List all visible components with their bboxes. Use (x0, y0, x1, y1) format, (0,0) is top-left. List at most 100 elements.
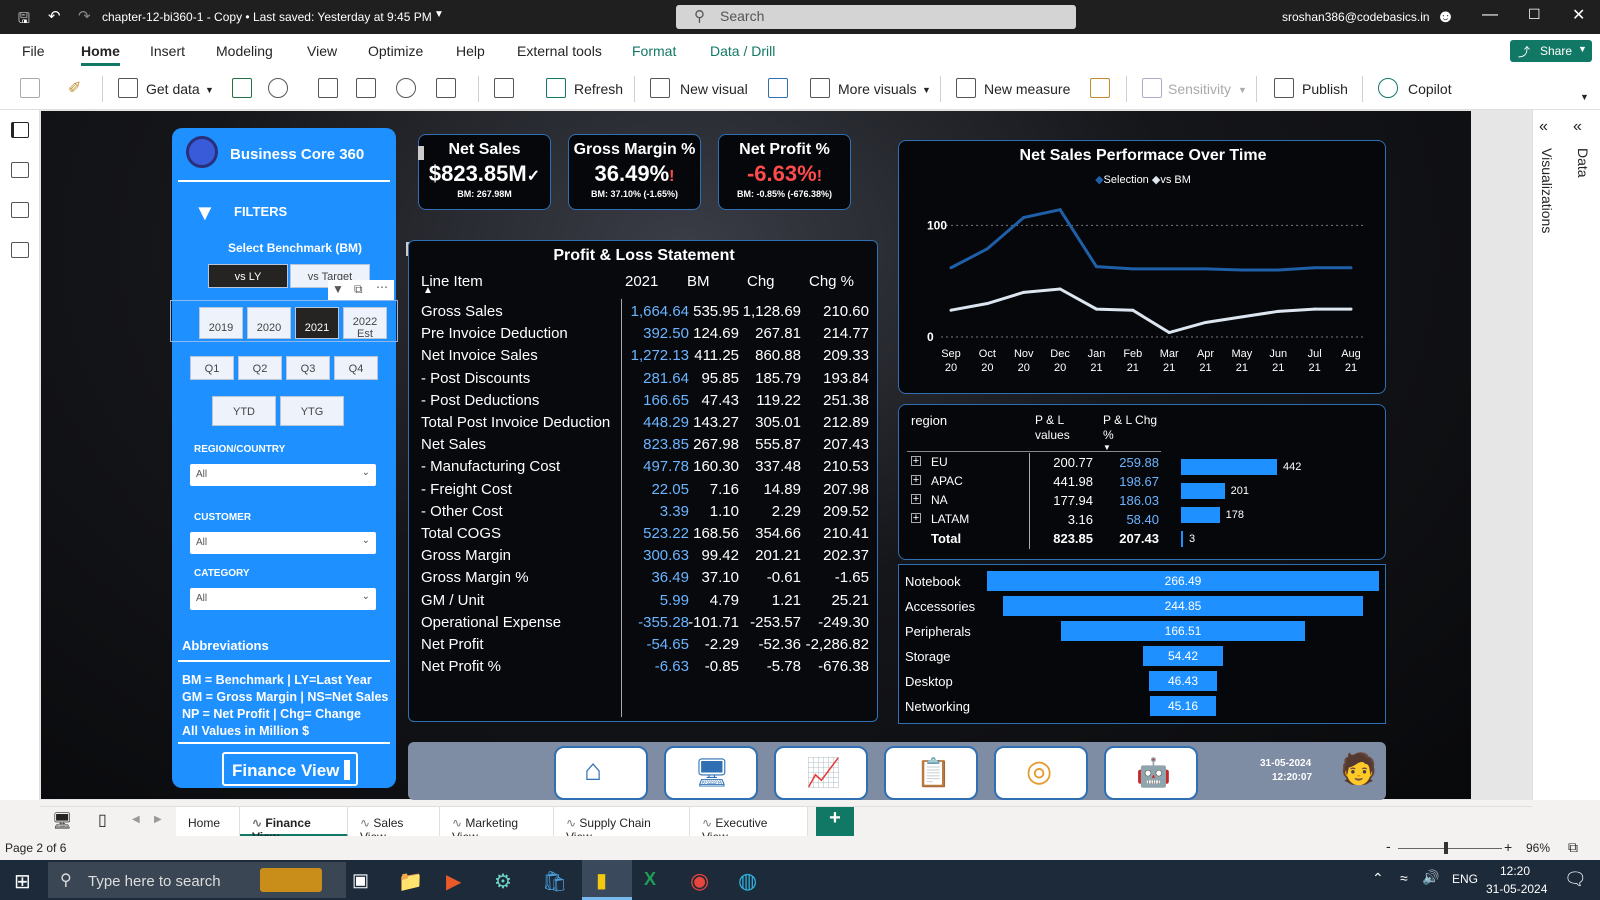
matrix-region-name[interactable]: NA (931, 493, 948, 507)
chrome-icon[interactable]: ◉ (690, 868, 709, 894)
filter-icon[interactable]: ▼ (332, 282, 344, 296)
matrix-region-name[interactable]: EU (931, 455, 948, 469)
store-icon[interactable]: 🛍 (542, 869, 567, 894)
chevron-down-icon[interactable]: ▼ (922, 85, 931, 95)
sensitivity-button[interactable]: Sensitivity (1168, 81, 1231, 97)
excel-icon[interactable]: X (644, 869, 656, 890)
tab-sales-view[interactable]: ∿ Sales View (348, 807, 440, 844)
next-page-icon[interactable]: ▶ (154, 814, 162, 825)
series-line[interactable] (950, 208, 1351, 272)
volume-icon[interactable]: 🔊 (1422, 869, 1439, 886)
ytg-button[interactable]: YTG (280, 396, 344, 426)
undo-icon[interactable]: ↶ (48, 7, 61, 25)
region-bar[interactable] (1181, 531, 1183, 547)
avatar-icon[interactable]: ☻ (1436, 6, 1455, 27)
nav-home-button[interactable]: ⌂ (554, 746, 648, 800)
net-sales-line-chart[interactable]: Net Sales Performace Over Time ◆Selectio… (898, 140, 1386, 394)
search-input[interactable]: ⚲ Search (676, 5, 1076, 29)
expand-icon[interactable]: + (911, 513, 921, 524)
new-visual-button[interactable]: New visual (680, 81, 748, 97)
expand-icon[interactable]: + (911, 494, 921, 505)
zoom-in-icon[interactable]: + (1504, 839, 1512, 855)
category-bar[interactable]: 46.43 (1148, 671, 1218, 691)
kpi-gross-margin-pct[interactable]: Gross Margin % 36.49%! BM: 37.10% (-1.65… (568, 134, 701, 210)
publish-button[interactable]: Publish (1302, 81, 1348, 97)
pnl-row[interactable]: Gross Margin % 36.49 37.10 -0.61 -1.65 (409, 569, 879, 591)
kpi-net-profit-pct[interactable]: Net Profit % -6.63%! BM: -0.85% (-676.38… (718, 134, 851, 210)
pnl-col-chg[interactable]: Chg (747, 273, 775, 290)
data-point[interactable] (985, 302, 989, 305)
expand-visualizations-icon[interactable]: « (1539, 118, 1548, 136)
data-point[interactable] (1204, 320, 1208, 324)
windows-start-icon[interactable]: ⊞ (14, 869, 31, 894)
prev-page-icon[interactable]: ◀ (132, 814, 140, 825)
data-point[interactable] (1240, 268, 1244, 272)
pnl-row[interactable]: Net Sales 823.85 267.98 555.87 207.43 (409, 436, 879, 458)
copilot-button[interactable]: Copilot (1408, 81, 1452, 97)
clock-date[interactable]: 31-05-2024 (1486, 882, 1547, 896)
data-pane-tab[interactable]: Data (1575, 148, 1591, 178)
visualizations-pane-tab[interactable]: Visualizations (1539, 148, 1555, 233)
nav-supply-chain-button[interactable]: 📋 (884, 746, 978, 800)
dataverse-icon[interactable] (396, 78, 416, 98)
year-2019[interactable]: 2019 (199, 307, 243, 339)
zoom-out-icon[interactable]: - (1386, 838, 1391, 854)
menu-view[interactable]: View (307, 43, 337, 59)
clock-time[interactable]: 12:20 (1500, 864, 1530, 878)
focus-mode-icon[interactable]: ⧉ (354, 282, 363, 297)
model-view-icon[interactable] (11, 202, 29, 218)
menu-data-drill[interactable]: Data / Drill (710, 43, 775, 59)
data-point[interactable] (985, 247, 989, 251)
quarter-q3[interactable]: Q3 (286, 356, 330, 380)
excel-icon[interactable] (232, 78, 252, 98)
category-bar[interactable]: 244.85 (1002, 596, 1364, 616)
data-point[interactable] (1058, 287, 1062, 291)
redo-icon[interactable]: ↷ (78, 7, 91, 25)
expand-icon[interactable]: + (911, 475, 921, 486)
data-point[interactable] (1276, 309, 1280, 313)
data-point[interactable] (1022, 290, 1026, 294)
region-bar[interactable] (1181, 507, 1220, 523)
matrix-region-name[interactable]: LATAM (931, 512, 969, 526)
pnl-col-chg-pct[interactable]: Chg % (809, 273, 854, 290)
menu-help[interactable]: Help (456, 43, 485, 59)
data-point[interactable] (1313, 307, 1317, 311)
category-dropdown[interactable]: All ⌄ (190, 588, 376, 610)
dax-query-icon[interactable] (11, 242, 29, 258)
pnl-row[interactable]: GM / Unit 5.99 4.79 1.21 25.21 (409, 592, 879, 614)
more-options-icon[interactable]: ⋯ (376, 280, 388, 294)
powerbi-taskbar-button[interactable]: ▮ (582, 860, 632, 900)
region-matrix[interactable]: region P & L values P & L Chg % ▼ + EU 200… (898, 404, 1386, 560)
pnl-row[interactable]: Net Profit % -6.63 -0.85 -5.78 -676.38 (409, 658, 879, 680)
menu-optimize[interactable]: Optimize (368, 43, 423, 59)
pnl-row[interactable]: - Post Discounts 281.64 95.85 185.79 193.84 (409, 370, 879, 392)
recent-sources-icon[interactable] (436, 78, 456, 98)
tab-home[interactable]: Home (176, 807, 240, 837)
add-page-button[interactable]: + (816, 807, 854, 837)
pnl-col-2021[interactable]: 2021 (625, 273, 658, 290)
quick-measure-icon[interactable] (1090, 78, 1110, 98)
data-point[interactable] (1022, 216, 1026, 220)
media-player-icon[interactable]: ▶ (446, 869, 461, 894)
nav-sales-button[interactable]: 🖥 (664, 746, 758, 800)
pnl-row[interactable]: Net Invoice Sales 1,272.13 411.25 860.88 209… (409, 347, 879, 369)
customer-dropdown[interactable]: All ⌄ (190, 532, 376, 554)
pnl-row[interactable]: - Manufacturing Cost 497.78 160.30 337.48 21… (409, 458, 879, 480)
zoom-slider[interactable] (1398, 848, 1502, 849)
pnl-row[interactable]: Total Post Invoice Deduction 448.29 143.27… (409, 414, 879, 436)
matrix-region-name[interactable]: APAC (931, 474, 963, 488)
data-point[interactable] (1276, 268, 1280, 272)
news-widget-icon[interactable] (260, 868, 322, 892)
benchmark-vs-ly[interactable]: vs LY (208, 264, 288, 288)
tab-finance-view[interactable]: ∿ Finance View (240, 807, 348, 844)
matrix-col-values[interactable]: P & L values (1035, 413, 1085, 443)
save-icon[interactable]: 🖫 (18, 8, 30, 32)
new-measure-button[interactable]: New measure (984, 81, 1070, 97)
data-hub-icon[interactable] (268, 78, 288, 98)
tab-executive-view[interactable]: ∿ Executive View (690, 807, 808, 844)
chevron-down-icon[interactable]: ▼ (205, 85, 214, 95)
nav-support-button[interactable]: 🤖 (1104, 746, 1198, 800)
finance-view-button[interactable]: Finance View (222, 752, 358, 786)
series-line[interactable] (950, 287, 1351, 335)
minimize-icon[interactable]: — (1482, 6, 1498, 24)
